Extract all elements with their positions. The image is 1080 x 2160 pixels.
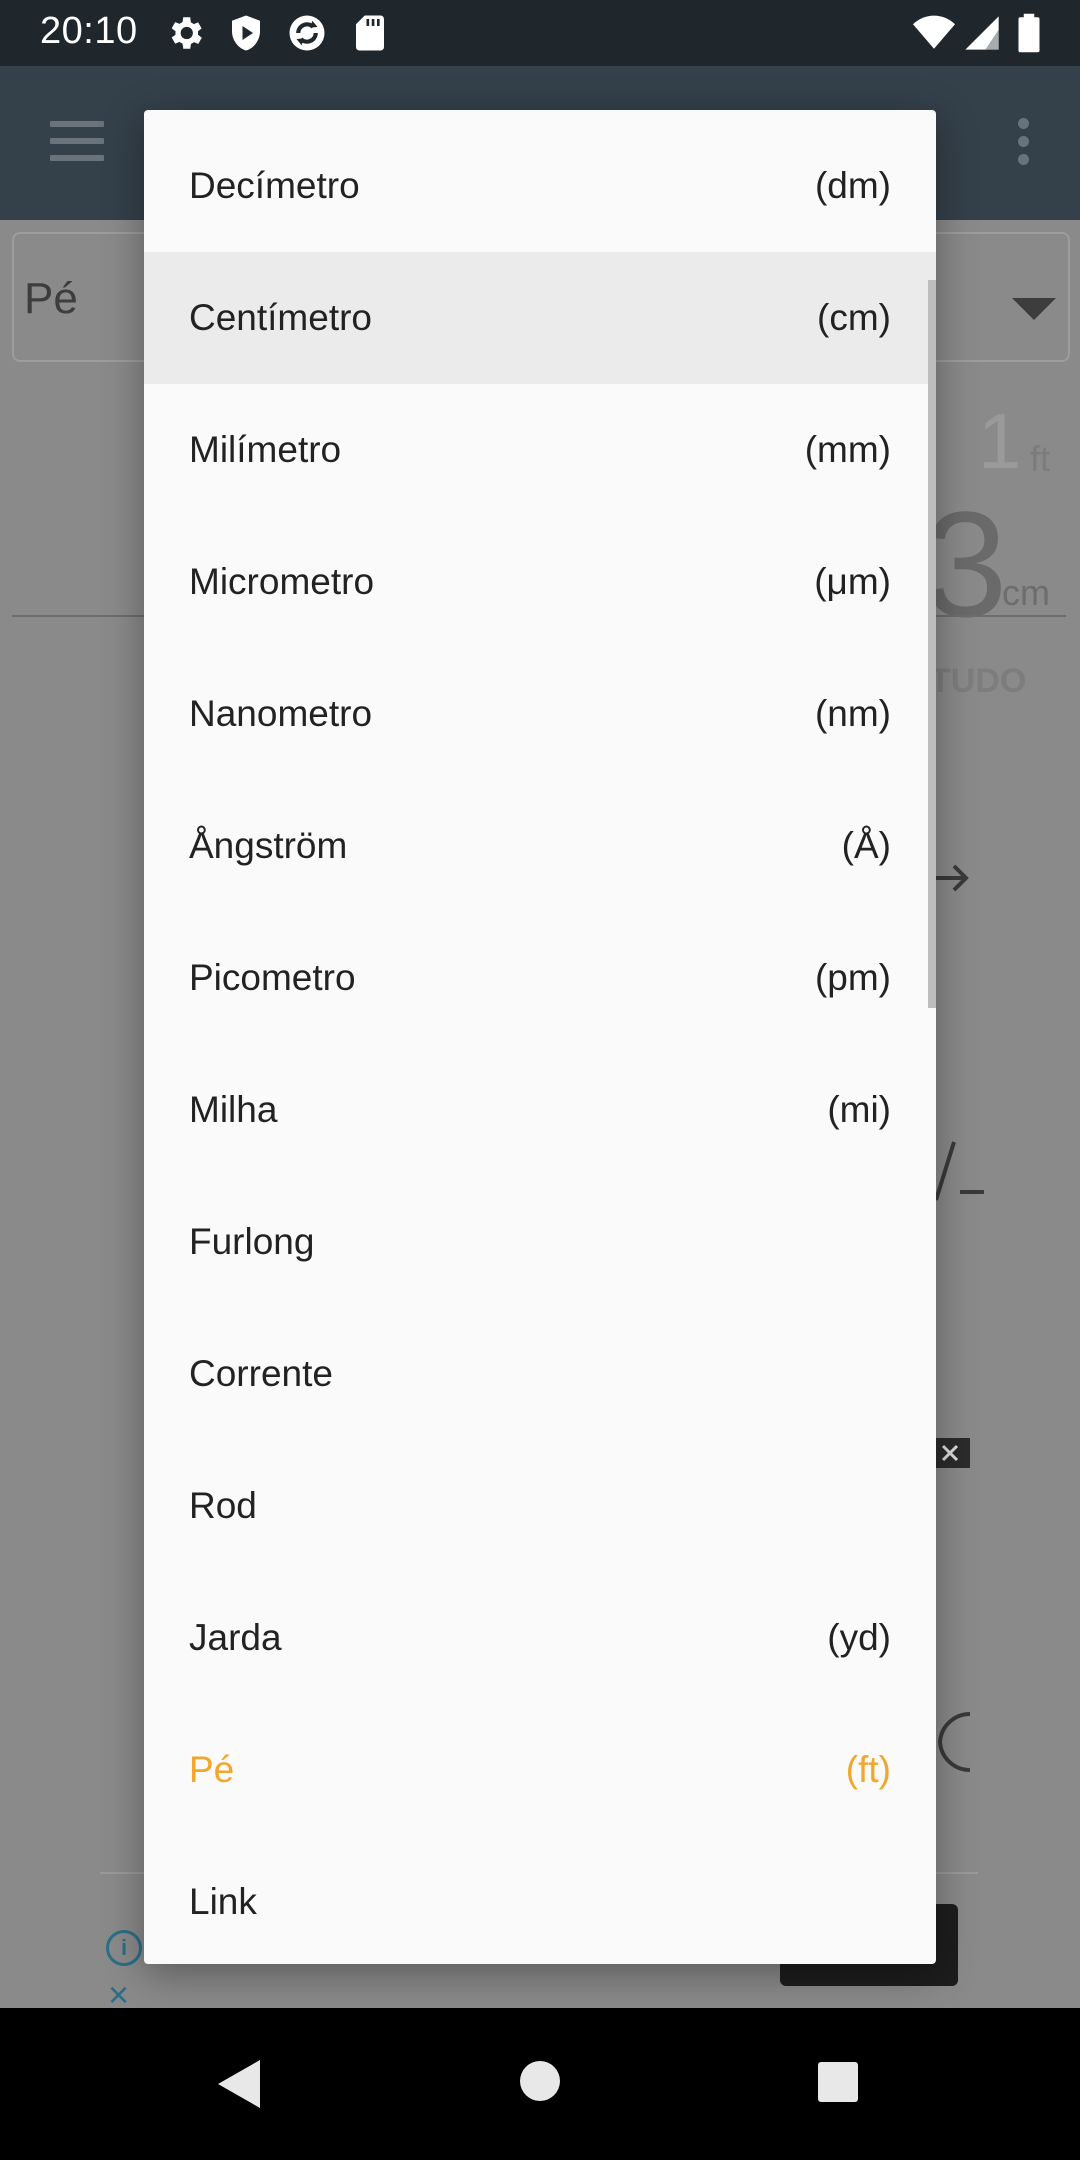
unit-list-item[interactable]: Ångström (Å) (144, 780, 936, 912)
sd-card-icon (356, 15, 384, 51)
unit-abbreviation: (yd) (827, 1617, 891, 1658)
unit-label: Decímetro (189, 165, 360, 206)
unit-abbreviation: (mi) (827, 1089, 891, 1130)
unit-abbreviation: (μm) (814, 561, 891, 602)
menu-icon[interactable] (50, 121, 104, 161)
back-icon[interactable] (218, 2060, 260, 2108)
unit-abbreviation: (Å) (841, 825, 891, 866)
unit-list-item[interactable]: Jarda (yd) (144, 1572, 936, 1704)
unit-list-item[interactable]: Furlong (144, 1176, 936, 1308)
wifi-icon (913, 15, 955, 49)
unit-list-item[interactable]: Micrometro (μm) (144, 516, 936, 648)
unit-list-item[interactable]: Pé (ft) (144, 1704, 936, 1836)
info-icon[interactable]: i (106, 1930, 142, 1966)
backspace-icon[interactable] (930, 1438, 970, 1468)
unit-label: Pé (189, 1749, 235, 1790)
unit-list-item[interactable]: Link (144, 1836, 936, 1964)
unit-label: Micrometro (189, 561, 375, 602)
more-options-icon[interactable] (1018, 118, 1030, 166)
unit-spinner-value: Pé (24, 274, 78, 323)
arrow-right-icon[interactable] (930, 860, 974, 896)
value-bottom: 3 (924, 480, 1008, 648)
unit-list-item[interactable]: Decímetro (dm) (144, 120, 936, 252)
unit-list-item[interactable]: Corrente (144, 1308, 936, 1440)
unit-label: Picometro (189, 957, 356, 998)
unit-label: Ångström (189, 825, 348, 866)
unit-list-item[interactable]: Milímetro (mm) (144, 384, 936, 516)
unit-list-item[interactable]: Milha (mi) (144, 1044, 936, 1176)
unit-list-item[interactable]: Nanometro (nm) (144, 648, 936, 780)
clear-key-icon[interactable] (930, 1700, 974, 1784)
shield-icon (232, 15, 260, 51)
unit-label: Jarda (189, 1617, 282, 1658)
gear-icon (171, 17, 202, 49)
unit-label: Milha (189, 1089, 278, 1130)
status-time: 20:10 (40, 10, 138, 52)
value-top: 1 (978, 397, 1022, 485)
unit-label: Centímetro (189, 297, 373, 338)
sync-icon (289, 15, 325, 51)
unit-abbreviation: (mm) (804, 429, 891, 470)
plus-minus-icon[interactable] (930, 1140, 986, 1210)
clear-all-button[interactable]: TUDO (930, 662, 1026, 701)
unit-abbreviation: (pm) (814, 957, 891, 998)
unit-list: Decímetro (dm) Centímetro (cm) Milímetro (mm)… (144, 120, 936, 1964)
dropdown-arrow-icon (1012, 298, 1056, 320)
unit-bottom: cm (1002, 572, 1050, 613)
unit-list-item[interactable]: Centímetro (cm) (144, 252, 936, 384)
unit-label: Rod (189, 1485, 257, 1526)
unit-label: Link (189, 1881, 257, 1922)
unit-abbreviation: (nm) (814, 693, 891, 734)
navigation-bar (0, 2008, 1080, 2160)
unit-label: Corrente (189, 1353, 333, 1394)
signal-icon (965, 16, 999, 50)
scrollbar[interactable] (928, 280, 936, 1008)
unit-top: ft (1030, 438, 1051, 479)
home-icon[interactable] (520, 2061, 560, 2101)
unit-list-item[interactable]: Rod (144, 1440, 936, 1572)
unit-abbreviation: (cm) (817, 297, 891, 338)
unit-abbreviation: (ft) (845, 1749, 891, 1790)
battery-icon (1018, 13, 1040, 53)
unit-label: Nanometro (189, 693, 373, 734)
status-bar: 20:10 (0, 0, 1080, 66)
unit-list-item[interactable]: Picometro (pm) (144, 912, 936, 1044)
unit-label: Furlong (189, 1221, 315, 1262)
recent-apps-icon[interactable] (818, 2062, 858, 2102)
unit-label: Milímetro (189, 429, 342, 470)
unit-abbreviation: (dm) (814, 165, 891, 206)
unit-picker-dialog: Decímetro (dm) Centímetro (cm) Milímetro (mm)… (144, 110, 936, 1964)
